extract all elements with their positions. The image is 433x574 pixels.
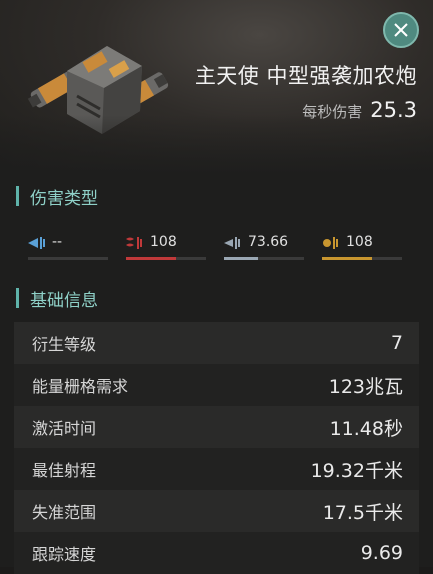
stat-value: 123兆瓦 [328,375,403,398]
stat-label: 最佳射程 [32,461,97,480]
close-button[interactable] [383,12,419,48]
damage-bar-fill [224,257,258,260]
damage-bar-fill [126,257,176,260]
stat-label: 能量栅格需求 [32,377,129,396]
damage-value: 108 [346,234,373,250]
damage-bar-track [322,257,402,260]
damage-value: 73.66 [248,234,289,250]
damage-type-em: -- [28,232,110,260]
item-name: 主天使 中型强袭加农炮 [194,64,417,88]
damage-value: 108 [150,234,177,250]
damage-type-explosive: 108 [322,232,404,260]
stat-label: 激活时间 [32,419,97,438]
stat-row-falloff: 失准范围 17.5千米 [14,490,419,532]
damage-type-kinetic: 73.66 [224,232,306,260]
section-accent-bar [16,288,19,308]
basic-section-header: 基础信息 [16,285,98,311]
close-icon [394,23,408,37]
damage-section-title: 伤害类型 [30,188,98,209]
explosive-damage-icon [323,237,338,249]
damage-section-header: 伤害类型 [16,183,98,209]
damage-type-thermal: 108 [126,232,208,260]
dps-label: 每秒伤害 [302,103,363,121]
basic-section-title: 基础信息 [30,290,98,311]
stat-value: 19.32千米 [310,459,403,482]
stat-value: 11.48秒 [329,417,403,440]
em-damage-icon [28,237,45,249]
damage-bar-track [126,257,206,260]
weapon-icon [27,46,169,134]
stat-row-activation-time: 激活时间 11.48秒 [14,406,419,448]
kinetic-damage-icon [224,237,240,249]
stat-row-meta-level: 衍生等级 7 [14,322,419,364]
stat-label: 衍生等级 [32,335,97,354]
stat-row-tracking-speed: 跟踪速度 9.69 [14,532,419,574]
damage-value: -- [52,234,63,250]
stat-value: 7 [390,332,403,354]
damage-bar-fill [322,257,372,260]
stat-row-powergrid: 能量栅格需求 123兆瓦 [14,364,419,406]
stat-value: 17.5千米 [322,501,403,524]
thermal-damage-icon [126,237,142,249]
damage-types-row: -- 108 73.66 108 [28,232,408,262]
stat-label: 失准范围 [32,503,97,522]
damage-bar-track [224,257,304,260]
damage-bar-track [28,257,108,260]
section-accent-bar [16,186,19,206]
dps-row: 每秒伤害 25.3 [302,98,417,122]
item-header: 主天使 中型强袭加农炮 每秒伤害 25.3 [0,0,433,175]
dps-value: 25.3 [370,98,417,122]
stat-row-optimal-range: 最佳射程 19.32千米 [14,448,419,490]
stat-value: 9.69 [360,542,403,564]
stat-label: 跟踪速度 [32,545,97,564]
